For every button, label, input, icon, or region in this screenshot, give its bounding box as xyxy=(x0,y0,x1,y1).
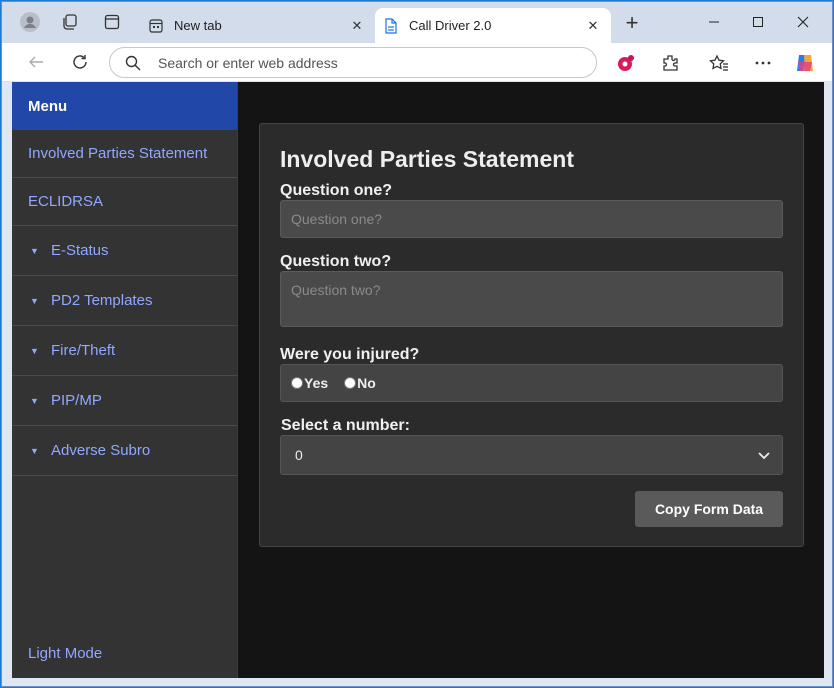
close-window-icon[interactable] xyxy=(788,10,818,34)
sidebar-item-label: Fire/Theft xyxy=(51,342,116,359)
browser-window: New tab ✕ Call Driver 2.0 ✕ + Search or … xyxy=(1,1,833,687)
chevron-down-icon xyxy=(758,447,770,463)
caret-down-icon: ▼ xyxy=(30,345,39,356)
number-select[interactable]: 0 xyxy=(280,435,783,475)
select-value: 0 xyxy=(295,447,303,463)
address-bar[interactable] xyxy=(109,47,597,78)
close-tab-icon[interactable]: ✕ xyxy=(349,18,365,34)
profile-avatar-icon[interactable] xyxy=(20,12,40,32)
sidebar-item-label: Adverse Subro xyxy=(51,442,151,459)
radio-yes[interactable] xyxy=(291,377,303,389)
caret-down-icon: ▼ xyxy=(30,245,39,256)
sidebar-item-involved-parties[interactable]: Involved Parties Statement xyxy=(12,130,237,178)
question-two-label: Question two? xyxy=(280,253,392,270)
sidebar-item-label: PIP/MP xyxy=(51,392,102,409)
tab-call-driver[interactable]: Call Driver 2.0 ✕ xyxy=(375,8,611,43)
caret-down-icon: ▼ xyxy=(30,395,39,406)
question-one-input[interactable] xyxy=(280,200,783,238)
search-icon xyxy=(124,54,142,72)
tab-title: Call Driver 2.0 xyxy=(409,18,492,33)
sidebar-item-eclidrsa[interactable]: ECLIDRSA xyxy=(12,178,237,226)
extension-record-icon[interactable] xyxy=(615,52,637,74)
document-icon xyxy=(383,17,399,34)
refresh-icon[interactable] xyxy=(70,52,90,72)
sidebar-item-pip-mp[interactable]: ▼ PIP/MP xyxy=(12,376,237,426)
sidebar-item-fire-theft[interactable]: ▼ Fire/Theft xyxy=(12,326,237,376)
form-title: Involved Parties Statement xyxy=(280,146,574,172)
browser-toolbar xyxy=(2,43,832,82)
sidebar-item-pd2-templates[interactable]: ▼ PD2 Templates xyxy=(12,276,237,326)
sidebar-item-label: PD2 Templates xyxy=(51,292,153,309)
workspaces-icon[interactable] xyxy=(60,12,80,32)
main-content: Involved Parties Statement Question one?… xyxy=(238,82,824,678)
sidebar-heading: Menu xyxy=(12,82,237,130)
maximize-icon[interactable] xyxy=(743,10,773,34)
sidebar-item-label: E-Status xyxy=(51,242,109,259)
select-number-label: Select a number: xyxy=(281,417,410,434)
injured-radio-group: Yes No xyxy=(280,364,783,402)
close-tab-icon[interactable]: ✕ xyxy=(585,18,601,34)
light-mode-toggle[interactable]: Light Mode xyxy=(28,645,102,662)
minimize-icon[interactable] xyxy=(699,10,729,34)
back-icon[interactable] xyxy=(26,52,46,72)
tab-title: New tab xyxy=(174,18,222,33)
page-viewport: Menu Involved Parties Statement ECLIDRSA… xyxy=(12,82,824,678)
radio-no-label: No xyxy=(357,375,376,391)
tab-actions-icon[interactable] xyxy=(102,12,122,32)
question-one-label: Question one? xyxy=(280,182,392,199)
radio-no[interactable] xyxy=(344,377,357,389)
tab-new-tab[interactable]: New tab ✕ xyxy=(140,8,375,43)
sidebar-item-e-status[interactable]: ▼ E-Status xyxy=(12,226,237,276)
tab-strip: New tab ✕ Call Driver 2.0 ✕ + xyxy=(2,2,832,43)
copilot-icon[interactable] xyxy=(794,52,816,74)
extensions-icon[interactable] xyxy=(659,52,681,74)
caret-down-icon: ▼ xyxy=(30,295,39,306)
favorites-icon[interactable] xyxy=(708,52,730,74)
new-tab-button[interactable]: + xyxy=(622,12,642,34)
radio-no-option[interactable]: No xyxy=(344,375,376,391)
sidebar-item-label: ECLIDRSA xyxy=(28,193,104,210)
radio-yes-option[interactable]: Yes xyxy=(291,375,328,391)
copy-form-data-button[interactable]: Copy Form Data xyxy=(635,491,783,527)
sidebar: Menu Involved Parties Statement ECLIDRSA… xyxy=(12,82,238,678)
radio-yes-label: Yes xyxy=(304,375,329,391)
address-input[interactable] xyxy=(158,54,578,71)
sidebar-item-label: Involved Parties Statement xyxy=(28,145,208,162)
injured-label: Were you injured? xyxy=(280,346,420,363)
new-tab-page-icon xyxy=(148,18,164,34)
more-options-icon[interactable] xyxy=(752,52,774,74)
form-card: Involved Parties Statement Question one?… xyxy=(259,123,804,547)
question-two-textarea[interactable] xyxy=(280,271,783,327)
sidebar-item-adverse-subro[interactable]: ▼ Adverse Subro xyxy=(12,426,237,476)
caret-down-icon: ▼ xyxy=(30,445,39,456)
